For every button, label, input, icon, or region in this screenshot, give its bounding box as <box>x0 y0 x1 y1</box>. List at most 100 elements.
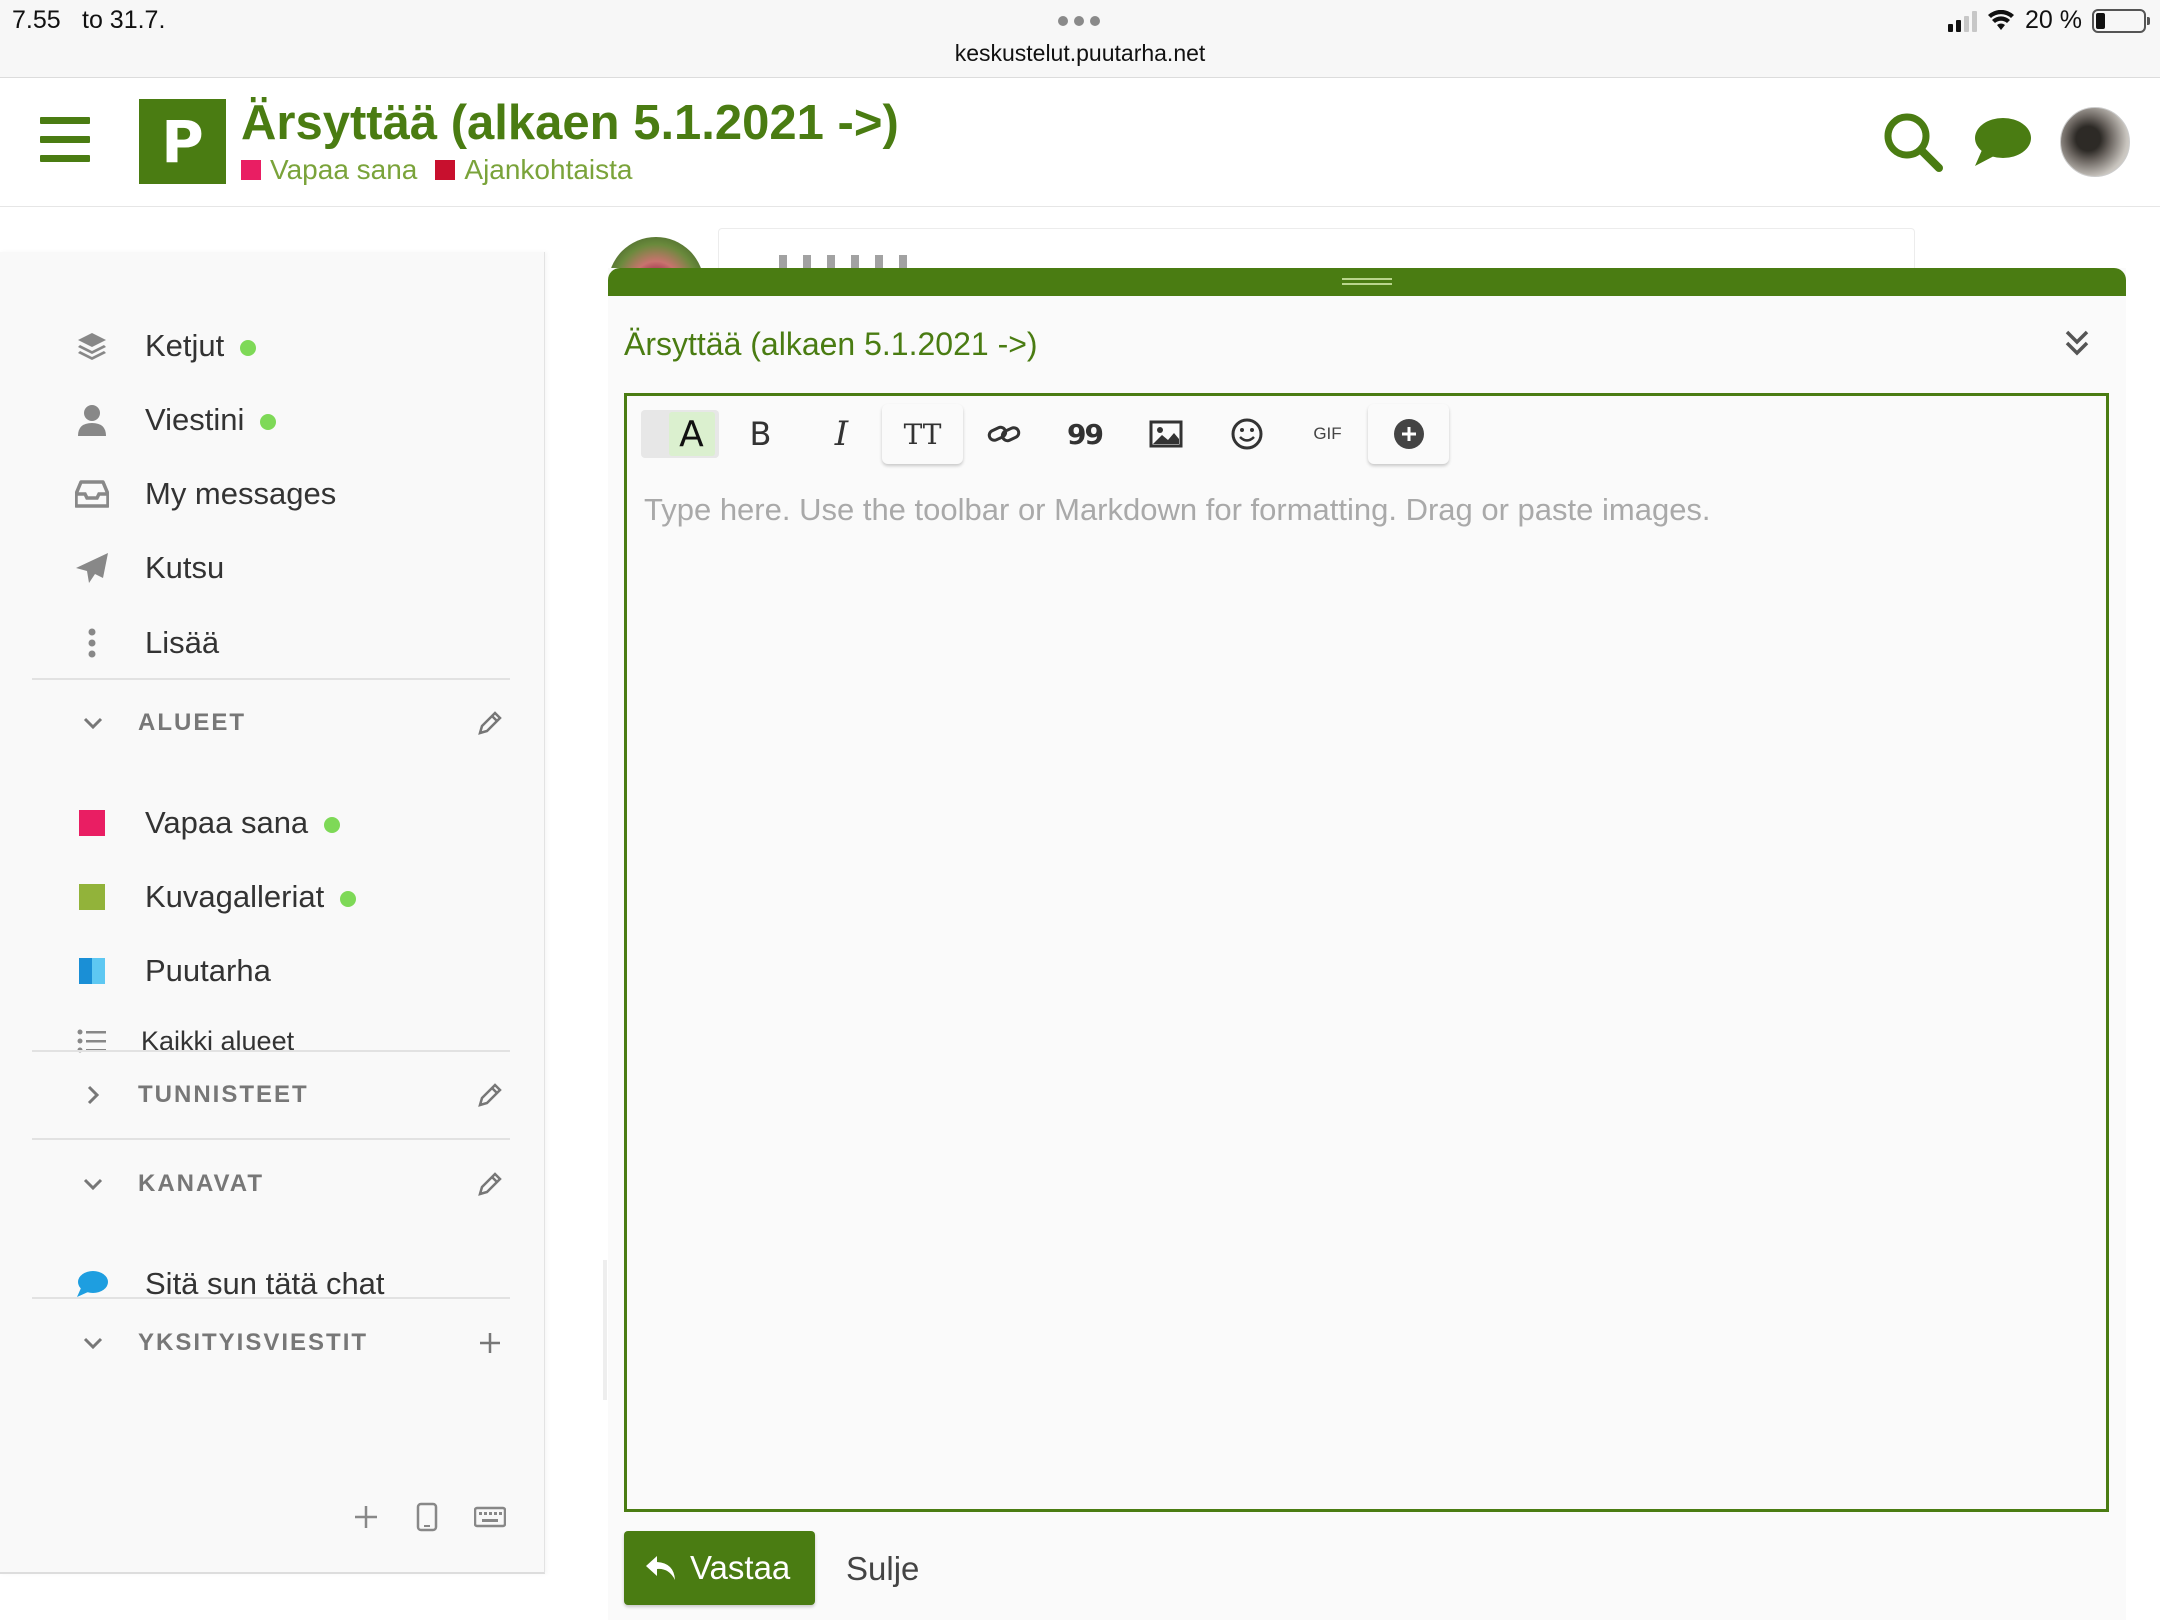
category-color-swatch <box>75 880 109 914</box>
sidebar-divider <box>32 1297 510 1299</box>
image-icon <box>1149 420 1182 448</box>
chat-bubble-icon <box>75 1267 109 1301</box>
search-icon[interactable] <box>1882 111 1944 173</box>
topic-title[interactable]: Ärsyttää (alkaen 5.1.2021 ->) <box>241 95 899 151</box>
pencil-icon[interactable] <box>475 708 505 738</box>
breadcrumb-subcategory[interactable]: Ajankohtaista <box>435 154 633 186</box>
sidebar-item-label: Kuvagalleriat <box>145 879 325 914</box>
sidebar-item-ketjut[interactable]: Ketjut <box>0 316 545 376</box>
collapse-double-chevron-icon[interactable] <box>2060 326 2094 360</box>
breadcrumb-category-label: Vapaa sana <box>270 154 418 185</box>
section-yksityisviestit[interactable]: YKSITYISVIESTIT <box>0 1315 545 1371</box>
vertical-ellipsis-icon <box>75 626 109 660</box>
sidebar-item-label: Vapaa sana <box>145 805 309 840</box>
sidebar-item-lisaa[interactable]: Lisää <box>0 613 545 673</box>
sidebar-divider <box>32 678 510 680</box>
link-icon <box>987 425 1020 443</box>
sidebar-item-my-messages[interactable]: My messages <box>0 464 545 524</box>
more-dots-icon[interactable] <box>1058 16 1100 26</box>
category-color-swatch <box>75 954 109 988</box>
chevron-right-icon <box>87 1085 100 1105</box>
section-kanavat[interactable]: KANAVAT <box>0 1156 545 1212</box>
more-options-button[interactable] <box>1368 404 1449 464</box>
sidebar-item-label: Lisää <box>145 625 220 660</box>
close-composer-button[interactable]: Sulje <box>846 1550 919 1588</box>
sidebar-item-label: Viestini <box>145 402 245 437</box>
sidebar-item-label: Ketjut <box>145 328 225 363</box>
section-title: ALUEET <box>138 709 246 736</box>
unread-dot <box>240 339 257 356</box>
plus-icon[interactable] <box>352 1503 380 1531</box>
sidebar-footer <box>352 1502 506 1532</box>
reply-arrow-icon <box>646 1556 675 1580</box>
unread-dot <box>324 816 341 833</box>
scroll-edge <box>603 1260 607 1400</box>
site-header: P Ärsyttää (alkaen 5.1.2021 ->) Vapaa sa… <box>0 79 2160 207</box>
category-color-swatch <box>435 160 456 180</box>
unread-dot <box>340 890 357 907</box>
sidebar-item-label: My messages <box>145 476 337 511</box>
sidebar-divider <box>32 1050 510 1052</box>
breadcrumb-category[interactable]: Vapaa sana <box>241 154 417 186</box>
reply-topic-title[interactable]: Ärsyttää (alkaen 5.1.2021 ->) <box>624 326 1038 363</box>
reply-composer: Ärsyttää (alkaen 5.1.2021 ->) A B I TT 9… <box>608 268 2126 1620</box>
quote-icon: 99 <box>1067 417 1104 451</box>
wifi-icon <box>1988 9 2015 30</box>
format-toggle-button[interactable]: A <box>639 404 720 464</box>
user-avatar[interactable] <box>2060 107 2130 177</box>
bold-icon: B <box>749 415 772 453</box>
pencil-icon[interactable] <box>475 1169 505 1199</box>
section-title: YKSITYISVIESTIT <box>138 1329 369 1356</box>
plus-icon[interactable] <box>475 1328 505 1358</box>
breadcrumb: Vapaa sana Ajankohtaista <box>241 154 633 186</box>
status-time: 7.55 <box>12 6 61 34</box>
list-icon <box>75 1024 109 1058</box>
address-url[interactable]: keskustelut.puutarha.net <box>0 40 2160 67</box>
link-button[interactable] <box>963 404 1044 464</box>
paper-plane-icon <box>75 551 109 585</box>
reply-button[interactable]: Vastaa <box>624 1531 815 1605</box>
sidebar: Ketjut Viestini My messages Kutsu Lisää … <box>0 252 545 1574</box>
header-icons <box>1882 107 2130 177</box>
battery-icon <box>2092 8 2150 33</box>
quote-button[interactable]: 99 <box>1044 404 1125 464</box>
keyboard-icon[interactable] <box>474 1506 506 1528</box>
user-icon <box>75 403 109 437</box>
sidebar-item-label: Puutarha <box>145 953 271 988</box>
sidebar-item-vapaa-sana[interactable]: Vapaa sana <box>0 793 545 853</box>
section-alueet[interactable]: ALUEET <box>0 695 545 751</box>
italic-icon: I <box>834 414 849 454</box>
sidebar-item-channel[interactable]: Sitä sun tätä chat <box>0 1254 545 1314</box>
unread-dot <box>260 413 277 430</box>
cellular-signal-icon <box>1948 10 1978 32</box>
heading-button[interactable]: TT <box>882 404 963 464</box>
smiley-icon <box>1231 418 1262 450</box>
bold-button[interactable]: B <box>720 404 801 464</box>
format-letter: A <box>668 412 715 456</box>
sidebar-item-kuvagalleriat[interactable]: Kuvagalleriat <box>0 867 545 927</box>
gif-icon: GIF <box>1313 424 1342 443</box>
heading-icon: TT <box>903 417 942 451</box>
section-tunnisteet[interactable]: TUNNISTEET <box>0 1067 545 1123</box>
site-logo[interactable]: P <box>139 99 226 184</box>
layers-icon <box>75 329 109 363</box>
sidebar-item-viestini[interactable]: Viestini <box>0 390 545 450</box>
battery-percent: 20 % <box>2025 6 2082 34</box>
hamburger-menu-icon[interactable] <box>40 117 90 163</box>
gif-button[interactable]: GIF <box>1287 404 1368 464</box>
emoji-button[interactable] <box>1206 404 1287 464</box>
sidebar-item-puutarha[interactable]: Puutarha <box>0 941 545 1001</box>
editor-box[interactable]: A B I TT 99 GIF Type here. Use the toolb… <box>624 393 2109 1512</box>
composer-resize-grip[interactable] <box>608 268 2126 296</box>
sidebar-item-label: Kutsu <box>145 550 225 585</box>
chevron-down-icon <box>83 717 103 730</box>
breadcrumb-subcategory-label: Ajankohtaista <box>464 154 633 185</box>
sidebar-item-kutsu[interactable]: Kutsu <box>0 538 545 598</box>
italic-button[interactable]: I <box>801 404 882 464</box>
mobile-device-icon[interactable] <box>416 1502 438 1532</box>
pencil-icon[interactable] <box>475 1080 505 1110</box>
image-upload-button[interactable] <box>1125 404 1206 464</box>
section-title: TUNNISTEET <box>138 1081 309 1108</box>
chat-bubble-icon[interactable] <box>1972 116 2032 168</box>
sidebar-item-kaikki-alueet[interactable]: Kaikki alueet <box>0 1011 545 1071</box>
